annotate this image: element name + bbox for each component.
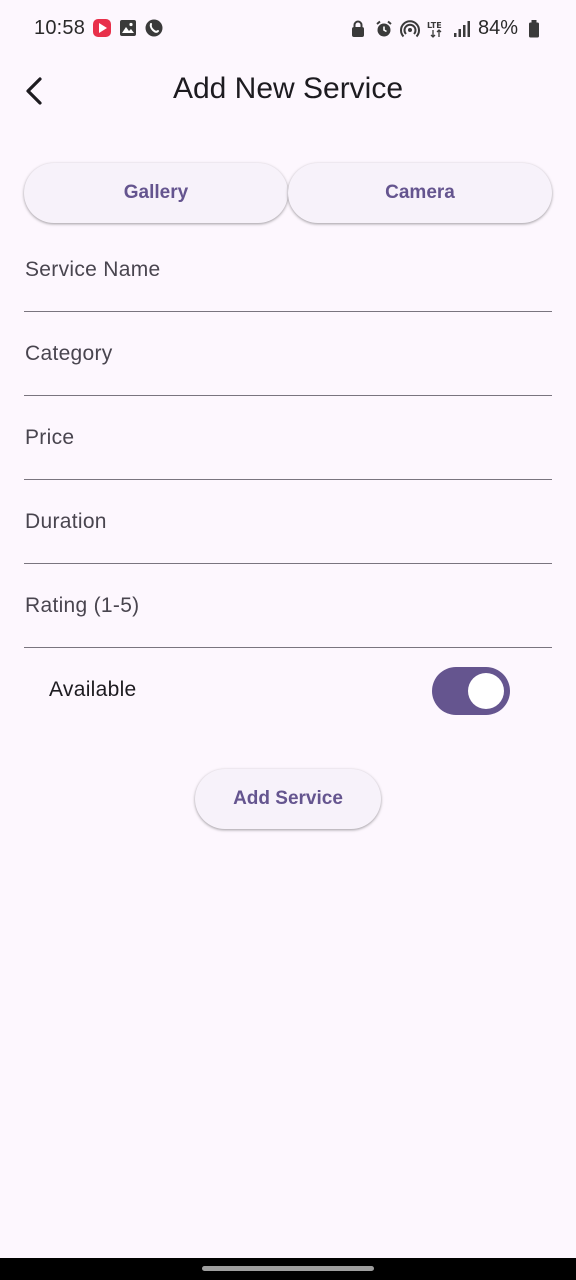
category-field[interactable]: Category (24, 312, 552, 396)
system-icons: LTE 84% (348, 17, 544, 40)
add-service-button[interactable]: Add Service (195, 769, 381, 829)
youtube-icon (92, 18, 112, 38)
price-field[interactable]: Price (24, 396, 552, 480)
gallery-icon (118, 18, 138, 38)
navigation-bar (0, 1258, 576, 1280)
status-bar: 10:58 LTE 84% (0, 0, 576, 58)
lock-icon (348, 19, 368, 39)
camera-button-label: Camera (385, 182, 455, 203)
hotspot-icon (399, 19, 420, 39)
add-service-button-label: Add Service (233, 788, 343, 809)
available-switch[interactable] (432, 667, 510, 715)
image-source-row: Gallery Camera (24, 163, 552, 223)
rating-field[interactable]: Rating (1-5) (24, 564, 552, 648)
screen: 10:58 LTE 84% Add New Service Gallery Ca… (0, 0, 576, 1280)
gallery-button[interactable]: Gallery (24, 163, 288, 223)
duration-label: Duration (25, 510, 107, 533)
svg-text:LTE: LTE (427, 21, 442, 30)
battery-icon (524, 19, 544, 39)
app-bar: Add New Service (0, 58, 576, 124)
available-row[interactable]: Available (24, 650, 552, 732)
switch-thumb (468, 673, 504, 709)
service-name-label: Service Name (25, 258, 161, 281)
price-label: Price (25, 426, 75, 449)
alarm-icon (374, 19, 394, 39)
camera-button[interactable]: Camera (288, 163, 552, 223)
notification-icons (92, 18, 164, 38)
battery-percent: 84% (477, 17, 518, 39)
category-label: Category (25, 342, 113, 365)
rating-label: Rating (1-5) (25, 594, 140, 617)
status-time: 10:58 (34, 17, 86, 39)
service-name-field[interactable]: Service Name (24, 228, 552, 312)
whatsapp-icon (144, 18, 164, 38)
gallery-button-label: Gallery (123, 182, 189, 203)
home-handle[interactable] (202, 1266, 374, 1271)
available-label: Available (49, 678, 137, 701)
page-title: Add New Service (172, 72, 404, 105)
signal-icon (452, 19, 472, 39)
duration-field[interactable]: Duration (24, 480, 552, 564)
lte-icon: LTE (426, 19, 446, 39)
service-form: Service Name Category Price Duration Rat… (24, 228, 552, 648)
